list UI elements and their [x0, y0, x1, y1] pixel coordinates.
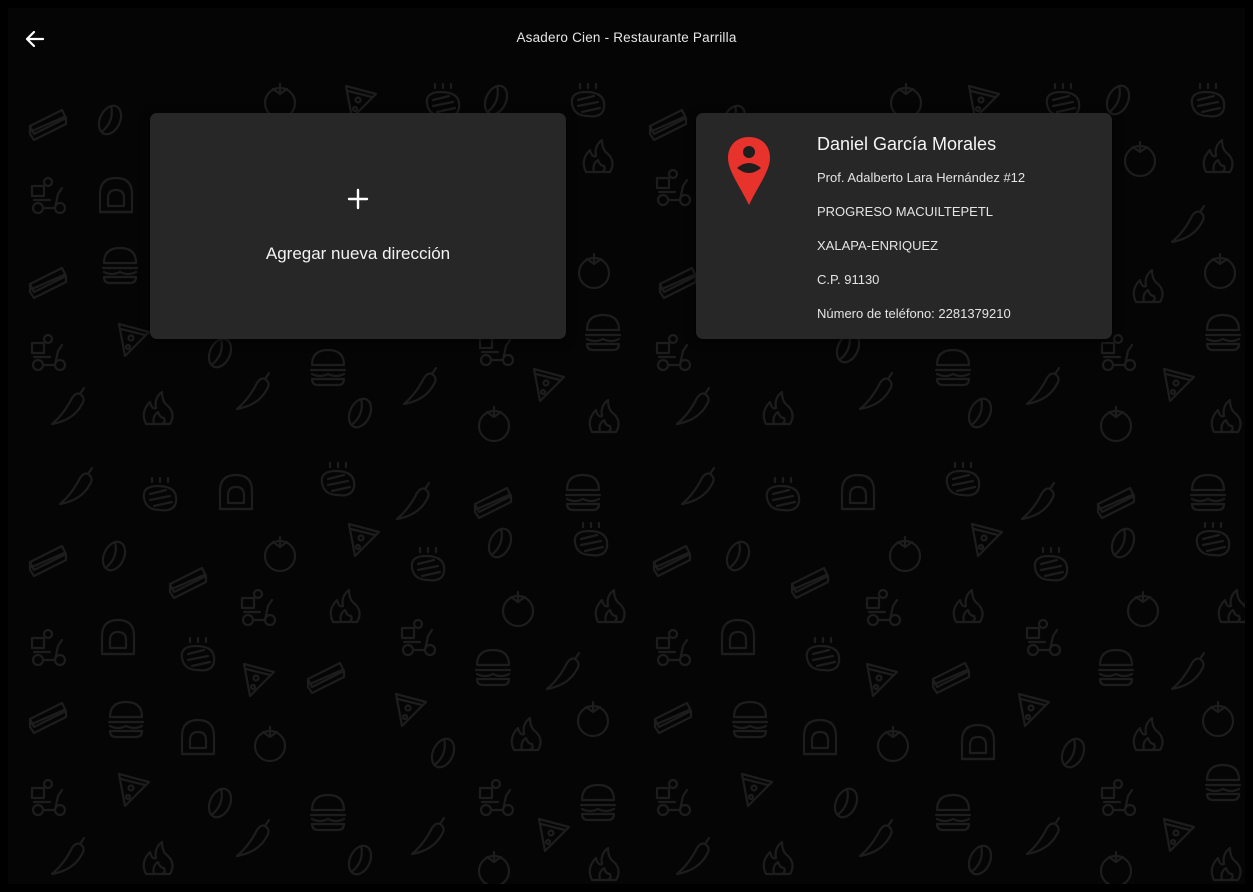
address-postal-code: C.P. 91130 — [817, 272, 880, 287]
address-city: XALAPA-ENRIQUEZ — [817, 238, 939, 253]
location-pin-person-icon — [728, 137, 770, 205]
address-phone: Número de teléfono: 2281379210 — [817, 306, 1011, 321]
address-neighborhood: PROGRESO MACUILTEPETL — [817, 204, 994, 219]
plus-icon — [347, 188, 369, 210]
app-screen: Asadero Cien - Restaurante Parrilla Agre… — [8, 8, 1245, 884]
add-address-label: Agregar nueva dirección — [265, 244, 451, 263]
add-address-card[interactable]: Agregar nueva dirección — [150, 113, 566, 339]
address-card[interactable]: Daniel García Morales Prof. Adalberto La… — [696, 113, 1112, 339]
address-details: Daniel García Morales Prof. Adalberto La… — [817, 131, 1102, 338]
page-title: Asadero Cien - Restaurante Parrilla — [516, 30, 737, 45]
top-bar: Asadero Cien - Restaurante Parrilla — [8, 8, 1245, 70]
address-street: Prof. Adalberto Lara Hernández #12 — [817, 170, 1026, 185]
recipient-name: Daniel García Morales — [817, 134, 997, 154]
